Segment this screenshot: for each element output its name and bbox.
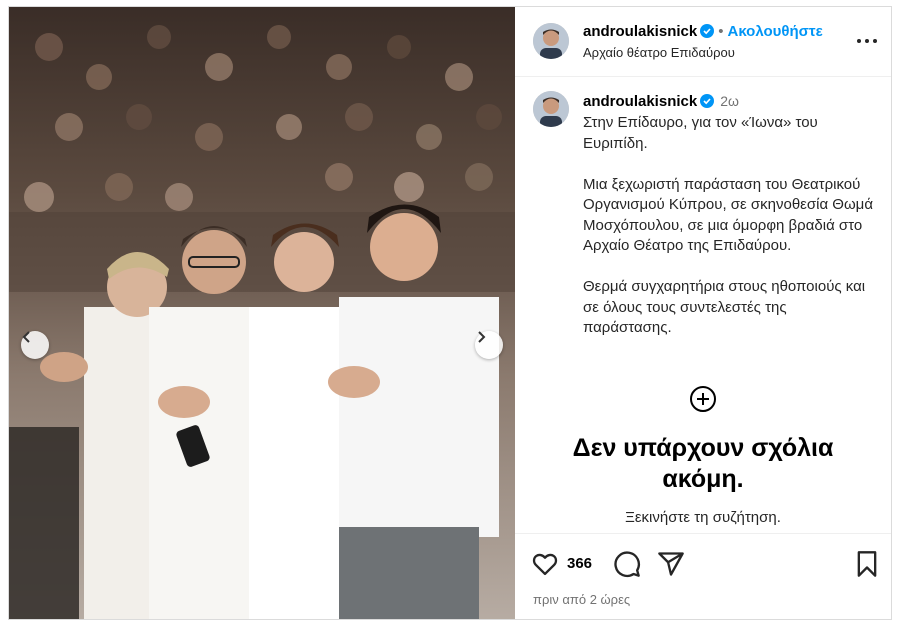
verified-badge-icon bbox=[700, 24, 715, 38]
previous-photo-button[interactable] bbox=[21, 331, 49, 359]
likes-count[interactable]: 366 bbox=[567, 555, 592, 572]
posted-time[interactable]: πριν από 2 ώρες bbox=[533, 592, 630, 607]
caption-header: androulakisnick 2ω bbox=[583, 93, 739, 111]
caption-username[interactable]: androulakisnick bbox=[583, 93, 697, 110]
chevron-left-icon bbox=[22, 331, 30, 343]
separator-dot: • bbox=[718, 23, 724, 40]
heart-icon[interactable] bbox=[531, 550, 559, 578]
post-header: androulakisnick • Ακολουθήστε Αρχαίο θέατρ… bbox=[515, 7, 891, 77]
caption-text: Στην Επίδαυρο, για τον «Ίωνα» του Ευριπί… bbox=[583, 114, 873, 336]
username-link[interactable]: androulakisnick bbox=[583, 23, 697, 40]
verified-badge-icon bbox=[700, 94, 715, 108]
avatar[interactable] bbox=[533, 23, 569, 59]
follow-button[interactable]: Ακολουθήστε bbox=[727, 23, 822, 40]
post-dialog: androulakisnick • Ακολουθήστε Αρχαίο θέατρ… bbox=[8, 6, 892, 620]
post-side-panel: androulakisnick • Ακολουθήστε Αρχαίο θέατρ… bbox=[515, 7, 891, 619]
more-options-icon[interactable] bbox=[855, 35, 879, 47]
action-bar: 366 πριν από 2 ώρες bbox=[515, 533, 891, 619]
empty-comments: Δεν υπάρχουν σχόλια ακόμη. Ξεκινήστε τη … bbox=[515, 385, 891, 526]
photo-illustration bbox=[9, 25, 515, 619]
chevron-right-icon bbox=[478, 331, 486, 343]
comment-icon[interactable] bbox=[613, 550, 641, 578]
header-user-line: androulakisnick • Ακολουθήστε bbox=[583, 23, 823, 40]
post-photo[interactable] bbox=[9, 7, 515, 619]
bookmark-icon[interactable] bbox=[853, 550, 881, 578]
no-comments-subtitle: Ξεκινήστε τη συζήτηση. bbox=[625, 509, 781, 526]
share-icon[interactable] bbox=[657, 550, 685, 578]
no-comments-title: Δεν υπάρχουν σχόλια ακόμη. bbox=[572, 434, 834, 493]
avatar[interactable] bbox=[533, 91, 569, 127]
caption-section: androulakisnick 2ω Στην Επίδαυρο, για τον… bbox=[515, 77, 891, 533]
add-comment-icon bbox=[690, 386, 716, 412]
location-link[interactable]: Αρχαίο θέατρο Επιδαύρου bbox=[583, 45, 735, 60]
next-photo-button[interactable] bbox=[475, 331, 503, 359]
post-time[interactable]: 2ω bbox=[720, 93, 739, 109]
